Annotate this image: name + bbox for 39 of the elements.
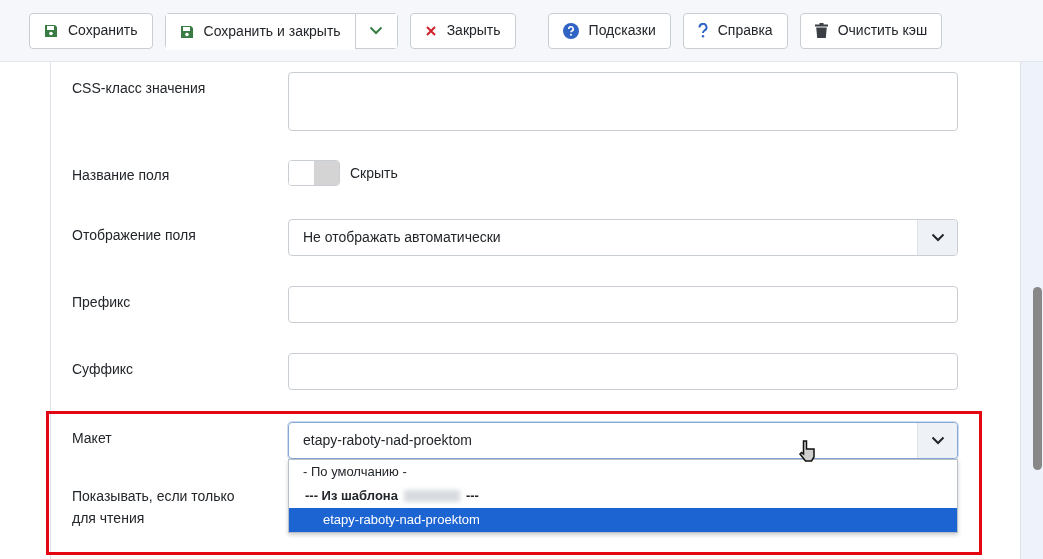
save-close-button[interactable]: Сохранить и закрыть <box>165 13 355 50</box>
field-label: Суффикс <box>72 360 135 379</box>
question-icon <box>697 23 708 38</box>
dropdown-option[interactable]: - По умолчанию - <box>289 460 957 484</box>
chevron-down-icon <box>930 436 945 445</box>
select-field[interactable]: Не отображать автоматически <box>288 219 958 256</box>
toolbar-button[interactable]: Очистить кэш <box>799 12 943 49</box>
option-group-label: --- <box>465 487 479 506</box>
toolbar-button[interactable]: Сохранить <box>29 12 153 49</box>
question-circle-icon <box>562 22 579 39</box>
dropdown-option[interactable]: etapy-raboty-nad-proektom <box>289 508 957 532</box>
close-icon <box>424 24 437 37</box>
scrollbar-thumb[interactable] <box>1033 287 1042 470</box>
select-value: Не отображать автоматически <box>303 228 501 247</box>
hand-cursor-icon <box>799 440 815 462</box>
toolbar-button[interactable]: Справка <box>682 12 788 49</box>
toolbar-button[interactable]: Подсказки <box>547 12 671 49</box>
field-label: Префикс <box>72 293 132 312</box>
option-group-label: --- Из шаблона <box>305 487 398 506</box>
toolbar-button[interactable]: Закрыть <box>409 12 516 49</box>
field-label: Показывать, если только для чтения <box>72 487 236 528</box>
select-value: etapy-raboty-nad-proektom <box>303 431 472 450</box>
field-label: Макет <box>72 429 113 448</box>
field-label: CSS-класс значения <box>72 79 207 98</box>
dropdown-toggle-button[interactable] <box>354 13 397 48</box>
chevron-down-icon <box>369 26 384 35</box>
toggle-switch[interactable] <box>288 160 340 186</box>
floppy-icon <box>44 23 58 38</box>
field-label: Название поля <box>72 166 171 185</box>
input-field[interactable] <box>288 286 958 323</box>
chevron-down-icon <box>930 233 945 242</box>
toggle-label: Скрыть <box>350 163 398 183</box>
select-field[interactable]: etapy-raboty-nad-proektom <box>288 422 958 459</box>
redacted-blur <box>403 490 460 502</box>
trash-icon <box>814 23 828 38</box>
input-field[interactable] <box>288 353 958 390</box>
field-label: Отображение поля <box>72 226 197 245</box>
floppy-icon <box>179 24 194 39</box>
textarea-field[interactable] <box>288 72 958 131</box>
